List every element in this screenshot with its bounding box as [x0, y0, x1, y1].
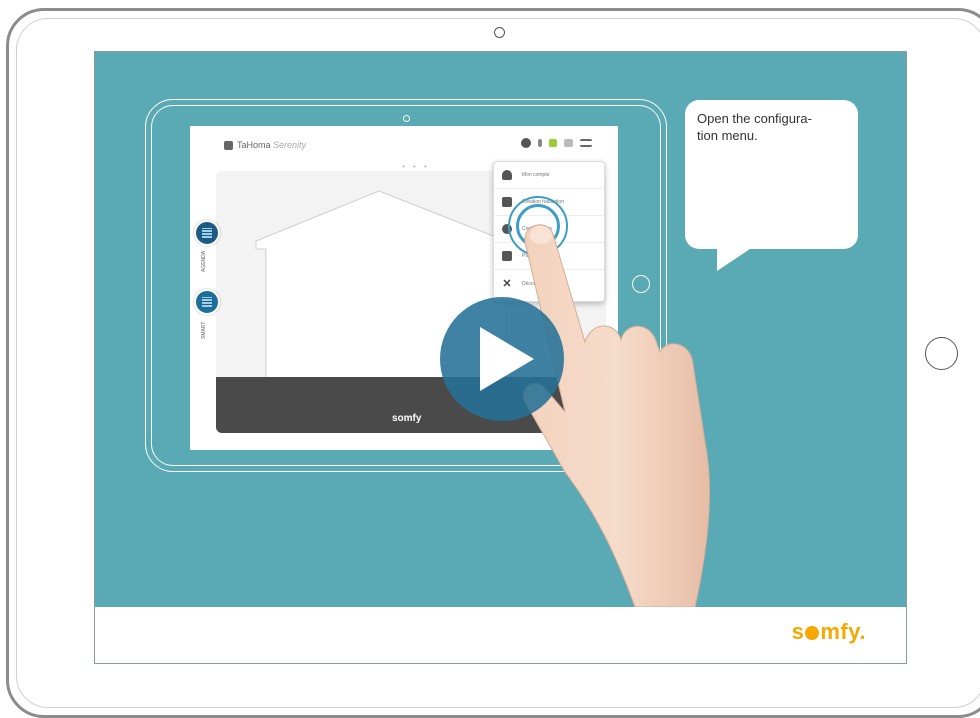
tutorial-screen: TaHoma Serenity • • • somfy AGENDA SMART…: [94, 51, 907, 664]
bottom-bar: s mfy.: [95, 607, 906, 663]
bubble-text: Open the configura- tion menu.: [697, 111, 812, 143]
logo-part: mfy: [820, 619, 860, 644]
somfy-logo: s mfy.: [792, 619, 866, 645]
camera-icon: [494, 27, 505, 38]
home-button[interactable]: [925, 337, 958, 370]
logo-part: .: [859, 619, 866, 644]
play-button[interactable]: [440, 297, 564, 421]
tutorial-canvas: TaHoma Serenity • • • somfy AGENDA SMART…: [95, 52, 906, 607]
play-icon: [480, 327, 534, 391]
logo-o-dot: [805, 626, 820, 640]
logo-part: s: [791, 619, 805, 644]
speech-bubble: Open the configura- tion menu.: [685, 100, 858, 271]
